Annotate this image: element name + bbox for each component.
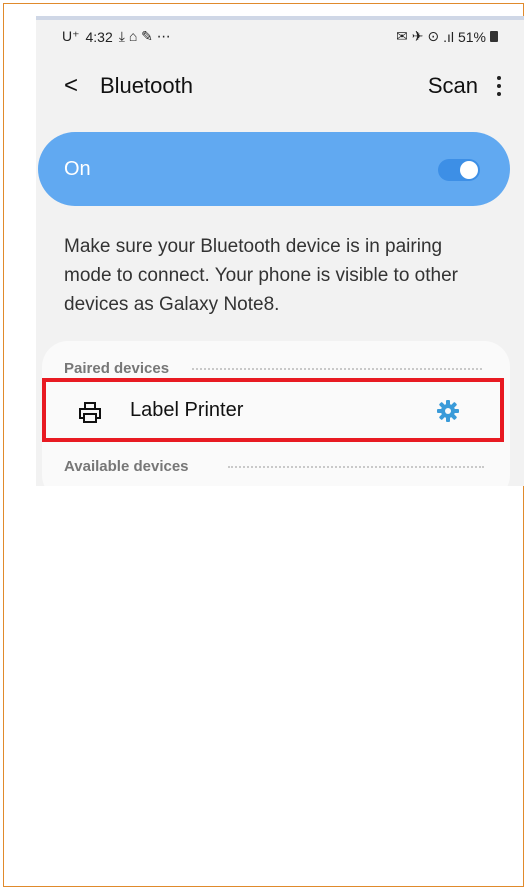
available-devices-heading: Available devices — [64, 458, 189, 475]
printer-icon — [79, 402, 101, 423]
page-title: Bluetooth — [100, 73, 193, 98]
more-options-icon[interactable] — [490, 68, 508, 104]
switch-state-label: On — [64, 158, 91, 180]
carrier-label: U⁺ — [62, 28, 80, 44]
toggle-knob — [460, 161, 478, 179]
status-bar: U⁺ 4:32 ⤓ ⌂ ✎ ⋯ ✉ ✈ ⊙ .ıl 51% — [36, 24, 524, 50]
status-right: ✉ ✈ ⊙ .ıl 51% — [396, 28, 498, 45]
bluetooth-toggle[interactable] — [438, 159, 480, 181]
dot — [497, 84, 501, 88]
clock: 4:32 — [85, 28, 113, 45]
dot — [497, 92, 501, 96]
phone-screen: U⁺ 4:32 ⤓ ⌂ ✎ ⋯ ✉ ✈ ⊙ .ıl 51% < Bluetoot… — [36, 16, 524, 486]
section-divider — [192, 368, 482, 370]
bluetooth-master-switch-bar[interactable]: On — [38, 132, 510, 206]
status-left: U⁺ 4:32 ⤓ ⌂ ✎ ⋯ — [62, 28, 171, 45]
scan-button[interactable]: Scan — [428, 68, 478, 104]
pairing-description: Make sure your Bluetooth device is in pa… — [64, 236, 458, 315]
back-button[interactable]: < — [64, 68, 88, 104]
app-header: < Bluetooth Scan — [36, 68, 524, 108]
section-divider — [228, 466, 484, 468]
device-name: Label Printer — [130, 399, 244, 421]
system-icons: ✉ ✈ ⊙ — [396, 28, 440, 44]
top-divider — [36, 16, 524, 20]
back-chevron-icon: < — [64, 72, 79, 99]
battery-icon — [490, 31, 498, 42]
paired-devices-heading: Paired devices — [64, 360, 170, 377]
gear-icon[interactable] — [436, 399, 460, 423]
battery-percent: 51% — [457, 28, 486, 45]
signal-icon: .ıl — [443, 28, 454, 45]
paired-device-row[interactable]: Label Printer — [42, 378, 504, 442]
dot — [497, 76, 501, 80]
notification-icons: ⤓ ⌂ ✎ ⋯ — [118, 28, 171, 44]
